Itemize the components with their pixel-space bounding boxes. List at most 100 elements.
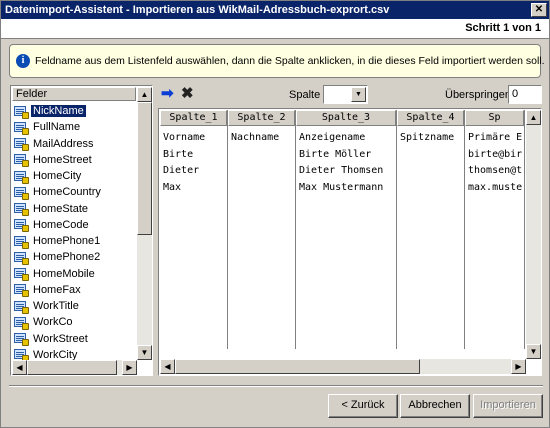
scroll-right-icon[interactable]: ▶ [122, 360, 137, 375]
info-icon: i [16, 54, 30, 68]
address-card-icon [14, 218, 29, 233]
column-select[interactable]: ▼ [323, 85, 368, 104]
grid-cell: birte@bir [468, 148, 523, 160]
field-label: FullName [33, 121, 81, 134]
field-list-item[interactable]: WorkStreet [12, 331, 136, 347]
field-label: HomeState [33, 202, 89, 215]
fields-list[interactable]: NickName FullName MailAddress HomeStreet Hom… [12, 103, 136, 360]
column-header[interactable]: Spalte_3 [296, 110, 396, 126]
fields-vertical-scrollbar[interactable]: ▲ ▼ [137, 87, 152, 360]
address-card-icon [14, 251, 29, 265]
title-bar[interactable]: Datenimport-Assistent - Importieren aus … [1, 1, 549, 19]
address-card-icon [14, 121, 29, 135]
address-card-icon [14, 332, 29, 347]
remove-x-icon[interactable]: ✖ [181, 86, 195, 101]
field-list-item[interactable]: HomeCity [12, 168, 136, 184]
field-list-item[interactable]: WorkCo [12, 314, 136, 330]
scroll-thumb-horizontal[interactable] [27, 360, 117, 375]
address-card-icon [14, 170, 29, 184]
field-label: WorkCo [33, 316, 73, 329]
grid-cell: Spitzname [400, 132, 455, 143]
field-label: WorkStreet [33, 332, 88, 345]
address-card-icon [14, 202, 29, 217]
field-list-item[interactable]: NickName [12, 103, 136, 119]
field-list-item[interactable]: HomeState [12, 201, 136, 217]
field-label: HomePhone2 [33, 251, 101, 264]
field-list-item[interactable]: HomeStreet [12, 152, 136, 168]
field-label: NickName [30, 104, 87, 119]
grid-column[interactable]: Spalte_4 Spitzname [397, 110, 465, 349]
skip-label: Überspringen [445, 89, 512, 101]
scroll-down-icon[interactable]: ▼ [137, 345, 152, 360]
grid-column[interactable]: Sp Primäre E birte@bir thomsen@t max.muste [465, 110, 525, 349]
field-label: HomeMobile [33, 267, 95, 280]
field-list-item[interactable]: MailAddress [12, 136, 136, 152]
column-header[interactable]: Spalte_2 [228, 110, 295, 126]
field-list-item[interactable]: FullName [12, 119, 136, 135]
skip-input[interactable]: 0 [508, 85, 542, 104]
field-list-item[interactable]: HomeFax [12, 282, 136, 298]
grid-cell: Anzeigename [299, 132, 366, 143]
scroll-up-icon[interactable]: ▲ [137, 87, 152, 102]
column-header[interactable]: Spalte_4 [397, 110, 464, 126]
grid-cell: thomsen@t [468, 165, 523, 176]
grid-cell: Vorname [163, 132, 206, 143]
field-list-item[interactable]: HomeMobile [12, 266, 136, 282]
scroll-left-icon[interactable]: ◀ [12, 360, 27, 375]
scroll-thumb[interactable] [137, 102, 152, 235]
assign-arrow-icon[interactable]: ➡ [161, 86, 177, 101]
grid-cell: Birte Möller [299, 148, 372, 160]
column-label: Spalte [289, 89, 321, 101]
import-button[interactable]: Importieren [473, 394, 543, 418]
field-list-item[interactable]: WorkCity [12, 347, 136, 360]
window-title: Datenimport-Assistent - Importieren aus … [5, 4, 390, 16]
address-card-icon [14, 235, 29, 249]
column-header[interactable]: Spalte_1 [160, 110, 227, 126]
field-label: HomeCountry [33, 186, 101, 199]
grid-cell [397, 180, 464, 197]
scroll-down-icon[interactable]: ▼ [526, 344, 541, 359]
scroll-up-icon[interactable]: ▲ [526, 110, 541, 125]
grid-vertical-scrollbar[interactable]: ▲ ▼ [526, 110, 541, 359]
grid-cell [228, 147, 295, 164]
grid-cell: Dieter Thomsen [299, 165, 384, 176]
step-header: Schritt 1 von 1 [1, 19, 549, 39]
scroll-left-icon[interactable]: ◀ [160, 359, 175, 374]
grid-cell: Birte [163, 148, 194, 160]
csv-preview-grid[interactable]: Spalte_1 Vorname Birte Dieter Max Spalte_2 Nac… [158, 108, 542, 376]
address-card-icon [14, 153, 29, 168]
field-list-item[interactable]: HomePhone1 [12, 233, 136, 249]
address-card-icon [14, 105, 29, 119]
fields-header: Felder [12, 87, 136, 101]
grid-cell: Max Mustermann [299, 181, 384, 193]
chevron-down-icon[interactable]: ▼ [351, 87, 366, 102]
field-list-item[interactable]: HomeCountry [12, 184, 136, 200]
column-header[interactable]: Sp [465, 110, 524, 126]
address-card-icon [14, 300, 29, 314]
divider [9, 385, 543, 387]
field-list-item[interactable]: HomePhone2 [12, 249, 136, 265]
field-list-item[interactable]: HomeCode [12, 217, 136, 233]
grid-cell [397, 147, 464, 164]
grid-cell: Max [163, 181, 182, 193]
fields-horizontal-scrollbar[interactable]: ◀ ▶ [12, 360, 137, 375]
scroll-thumb-horizontal[interactable] [175, 359, 420, 374]
grid-columns: Spalte_1 Vorname Birte Dieter Max Spalte_2 Nac… [160, 110, 525, 349]
field-label: HomeCity [33, 170, 82, 183]
address-card-icon [14, 283, 29, 298]
field-list-item[interactable]: WorkTitle [12, 298, 136, 314]
grid-cell [228, 180, 295, 197]
back-button[interactable]: < Zurück [328, 394, 398, 418]
address-card-icon [14, 348, 29, 360]
cancel-button[interactable]: Abbrechen [400, 394, 470, 418]
grid-horizontal-scrollbar[interactable]: ◀ ▶ [160, 359, 526, 374]
close-icon[interactable]: ✕ [531, 3, 547, 17]
scroll-right-icon[interactable]: ▶ [511, 359, 526, 374]
grid-cell: Primäre E [468, 132, 523, 143]
grid-column[interactable]: Spalte_1 Vorname Birte Dieter Max [160, 110, 228, 349]
grid-column[interactable]: Spalte_3 Anzeigename Birte Möller Dieter Th… [296, 110, 397, 349]
field-label: HomeStreet [33, 153, 92, 166]
grid-column[interactable]: Spalte_2 Nachname [228, 110, 296, 349]
address-card-icon [14, 186, 29, 200]
fields-listbox[interactable]: Felder NickName FullName MailAddress HomeSt… [10, 85, 153, 376]
